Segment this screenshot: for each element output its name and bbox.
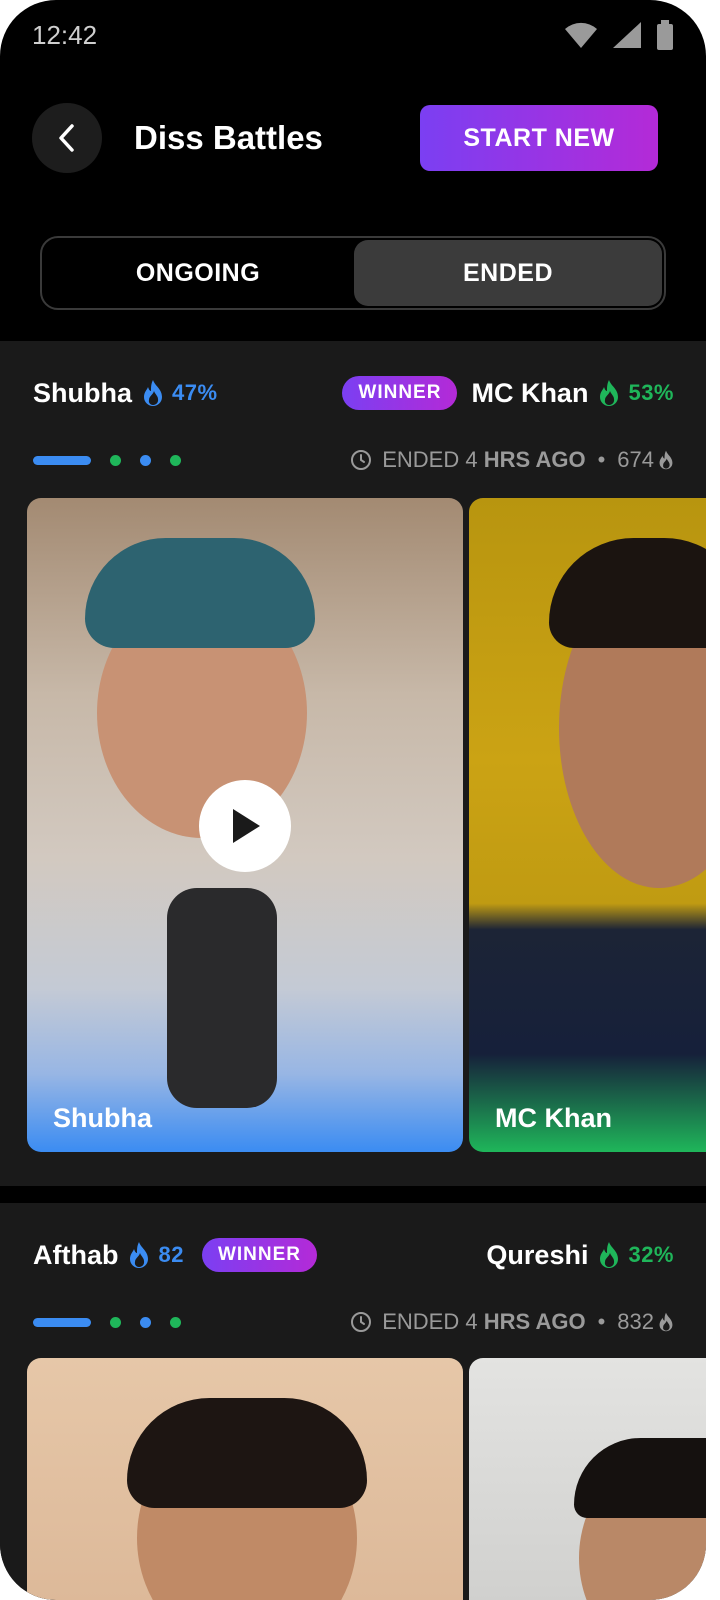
tab-ongoing[interactable]: ONGOING	[44, 240, 352, 306]
separator-dot: •	[597, 447, 606, 472]
battle-scores: Shubha 47% WINNER MC Khan 53%	[33, 373, 674, 413]
separator-dot: •	[597, 1309, 606, 1334]
play-button[interactable]	[199, 780, 291, 872]
battle-meta-row: ENDED 4 HRS AGO • 674	[33, 445, 674, 475]
clock-icon	[350, 1311, 372, 1333]
carousel-indicator	[140, 454, 151, 466]
flame-icon	[128, 1241, 150, 1269]
battle-scores: Afthab 82 WINNER Qureshi 32%	[33, 1235, 674, 1275]
flame-icon	[598, 379, 620, 407]
left-player-name: Shubha	[33, 377, 132, 408]
fire-count: 674	[617, 447, 654, 472]
ended-time-suffix: HRS AGO	[483, 1309, 586, 1334]
winner-badge: WINNER	[201, 1238, 318, 1272]
carousel-indicator	[110, 454, 121, 466]
header: Diss Battles START NEW	[32, 103, 658, 173]
tab-ended[interactable]: ENDED	[354, 240, 662, 306]
battle-meta-row: ENDED 4 HRS AGO • 832	[33, 1307, 674, 1337]
status-bar: 12:42	[32, 18, 674, 54]
play-icon	[233, 809, 260, 843]
right-player-name: Qureshi	[486, 1239, 589, 1270]
carousel-indicator	[140, 1316, 151, 1328]
right-video-thumbnail[interactable]	[469, 1358, 706, 1600]
left-video-thumbnail[interactable]	[27, 1358, 463, 1600]
signal-icon	[613, 22, 641, 48]
left-player-name: Afthab	[33, 1239, 119, 1270]
battle-meta: ENDED 4 HRS AGO • 674	[350, 447, 674, 473]
right-player-score: 53%	[628, 380, 674, 405]
flame-outline-icon	[658, 1312, 674, 1332]
battle-card[interactable]: Afthab 82 WINNER Qureshi 32% ENDED 4 HRS…	[0, 1203, 706, 1600]
status-time: 12:42	[32, 20, 98, 50]
ended-time-prefix: ENDED 4	[382, 1309, 478, 1334]
ended-time-prefix: ENDED 4	[382, 447, 478, 472]
flame-icon	[142, 379, 164, 407]
battle-card[interactable]: Shubha 47% WINNER MC Khan 53% ENDED 4 HR…	[0, 341, 706, 1186]
back-button[interactable]	[32, 103, 102, 173]
carousel-indicator	[170, 454, 181, 466]
clock-icon	[350, 449, 372, 471]
status-icons	[564, 20, 674, 50]
battery-icon	[657, 20, 673, 50]
flame-icon	[598, 1241, 620, 1269]
right-player-name: MC Khan	[471, 377, 589, 408]
left-video-name: Shubha	[53, 1103, 152, 1133]
phone-screen: 12:42 Diss Battles START NEW ONGOING END…	[0, 0, 706, 1600]
right-player-score: 32%	[628, 1242, 674, 1267]
winner-badge: WINNER	[342, 376, 458, 410]
carousel-indicator-active	[33, 1317, 91, 1327]
carousel-indicator	[170, 1316, 181, 1328]
left-player-score: 47%	[172, 380, 218, 405]
start-new-button[interactable]: START NEW	[420, 105, 658, 171]
right-video-thumbnail[interactable]: MC Khan	[469, 498, 706, 1152]
flame-outline-icon	[658, 450, 674, 470]
carousel-indicator-active	[33, 455, 91, 465]
wifi-icon	[565, 22, 597, 48]
fire-count: 832	[617, 1309, 654, 1334]
battle-meta: ENDED 4 HRS AGO • 832	[350, 1309, 674, 1335]
page-title: Diss Battles	[134, 119, 323, 156]
left-player-score: 82	[158, 1242, 184, 1267]
hair-image	[549, 538, 706, 648]
microphone-image	[167, 888, 277, 1108]
hair-image	[574, 1438, 706, 1518]
ended-time-suffix: HRS AGO	[483, 447, 586, 472]
left-video-thumbnail[interactable]: Shubha	[27, 498, 463, 1152]
headband-image	[85, 538, 315, 648]
right-video-name: MC Khan	[495, 1103, 612, 1133]
tab-bar: ONGOING ENDED	[40, 236, 666, 310]
chevron-left-icon	[59, 124, 74, 152]
carousel-indicator	[110, 1316, 121, 1328]
hair-image	[127, 1398, 367, 1508]
